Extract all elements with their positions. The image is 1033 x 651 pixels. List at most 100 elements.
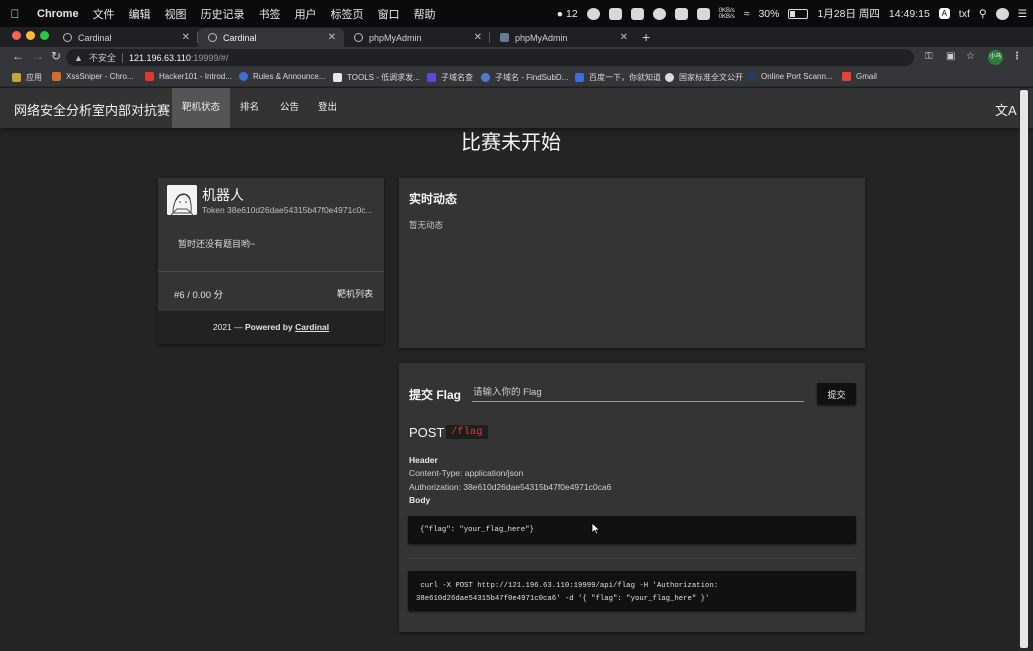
team-name: 机器人	[202, 187, 244, 203]
page-scrollbar[interactable]	[1019, 88, 1029, 651]
menu-history[interactable]: 历史记录	[194, 6, 252, 22]
bookmark-favicon	[145, 72, 154, 81]
message-icon[interactable]	[630, 7, 644, 20]
battery-percent: 30%	[758, 7, 780, 20]
bookmark-label: Rules & Announce...	[253, 72, 326, 81]
forward-arrow-icon[interactable]: →	[32, 49, 44, 63]
notification-badge[interactable]: ● 12	[557, 8, 578, 20]
mouse-cursor-icon	[591, 522, 601, 535]
bookmark-label: 子域名查	[441, 73, 473, 82]
apple-icon[interactable]: 	[0, 7, 30, 21]
bookmark-label: 应用	[26, 73, 42, 82]
nav-target-status[interactable]: 靶机状态	[172, 88, 231, 128]
bookmark-label: XssSniper - Chro...	[66, 72, 134, 81]
spotlight-icon[interactable]: ⚲	[979, 8, 987, 20]
close-tab-icon[interactable]: ✕	[328, 32, 336, 43]
close-tab-icon[interactable]: ✕	[620, 32, 628, 43]
menu-help[interactable]: 帮助	[407, 6, 443, 22]
menu-bookmarks[interactable]: 书签	[252, 6, 288, 22]
menu-tabs[interactable]: 标签页	[324, 6, 371, 22]
close-tab-icon[interactable]: ✕	[474, 32, 482, 43]
wifi-icon[interactable]: ≈	[744, 8, 750, 20]
bookmark-findsubdomain[interactable]: 子域名 - FindSubD...	[481, 72, 568, 83]
new-tab-button[interactable]: +	[642, 29, 650, 45]
control-center-icon[interactable]: ☰	[1018, 8, 1027, 20]
bookmark-apps[interactable]: 应用	[12, 72, 42, 83]
net-speed: 0KB/s 0KB/s	[719, 8, 735, 20]
siri-icon[interactable]	[995, 7, 1009, 20]
user-name[interactable]: txf	[959, 8, 970, 20]
site-brand[interactable]: 网络安全分析室内部对抗赛	[14, 100, 170, 119]
bookmark-xsssniper[interactable]: XssSniper - Chro...	[52, 72, 134, 81]
bookmark-label: Online Port Scann...	[761, 72, 833, 81]
star-icon[interactable]: ☆	[966, 51, 975, 62]
nav-logout[interactable]: 登出	[308, 88, 347, 128]
target-list-link[interactable]: 靶机列表	[337, 287, 373, 300]
card-divider	[158, 271, 384, 272]
curl-code-block: curl -X POST http://121.196.63.110:19999…	[408, 571, 856, 611]
bookmark-gmail[interactable]: Gmail	[842, 72, 877, 81]
bookmark-favicon	[52, 72, 61, 81]
warning-icon[interactable]: ▲	[74, 53, 83, 63]
globe-icon	[63, 33, 72, 42]
competition-status-title: 比赛未开始	[461, 132, 561, 154]
battery-icon[interactable]	[788, 8, 809, 19]
authorization-header: Authorization: 38e610d26dae54315b47f0e49…	[409, 482, 612, 492]
clock-time[interactable]: 14:49:15	[889, 8, 930, 20]
flag-input[interactable]	[472, 383, 804, 402]
submit-flag-button[interactable]: 提交	[817, 383, 856, 405]
close-window-button[interactable]	[12, 31, 21, 40]
bookmark-baidu[interactable]: 百度一下，你就知道	[575, 72, 661, 83]
bookmark-label: 百度一下，你就知道	[589, 73, 661, 82]
more-menu-icon[interactable]: ⋮	[1012, 51, 1022, 62]
menu-file[interactable]: 文件	[86, 6, 122, 22]
translate-icon[interactable]: ▣	[946, 51, 955, 62]
minimize-window-button[interactable]	[26, 31, 35, 40]
cat-icon[interactable]	[696, 7, 710, 20]
menu-extras: ● 12 0KB/s 0KB/s ≈ 30% 1月28日 周四 14:49:15 …	[557, 0, 1027, 27]
tab-cardinal-2[interactable]: Cardinal ✕	[198, 28, 344, 47]
cloud-icon[interactable]	[652, 7, 666, 20]
clock-date[interactable]: 1月28日 周四	[817, 6, 879, 21]
bookmark-national-standard[interactable]: 国家标准全文公开	[665, 72, 743, 83]
menu-edit[interactable]: 编辑	[122, 6, 158, 22]
input-method-icon[interactable]: A	[938, 8, 950, 19]
bookmark-label: 国家标准全文公开	[679, 73, 743, 82]
back-arrow-icon[interactable]: ←	[12, 49, 24, 63]
bookmark-tools[interactable]: TOOLS - 低调求发...	[333, 72, 420, 83]
menu-app-name[interactable]: Chrome	[30, 8, 86, 20]
footer-cardinal-link[interactable]: Cardinal	[295, 322, 329, 332]
menu-view[interactable]: 视图	[158, 6, 194, 22]
nav-ranking[interactable]: 排名	[230, 88, 269, 128]
address-bar[interactable]: ▲ 不安全 121.196.63.110:19999/#/	[66, 49, 914, 66]
bookmark-favicon	[239, 72, 248, 81]
live-updates-empty: 暂无动态	[409, 220, 444, 230]
menu-window[interactable]: 窗口	[371, 6, 407, 22]
scrollbar-thumb[interactable]	[1020, 90, 1028, 648]
api-path: /flag	[446, 425, 488, 439]
footer-powered: Powered by	[245, 322, 296, 332]
globe-icon	[354, 33, 363, 42]
menu-people[interactable]: 用户	[288, 6, 324, 22]
browser-toolbar: ← → ↻ ▲ 不安全 121.196.63.110:19999/#/ ⚿ ▣ …	[0, 47, 1033, 68]
tab-phpmyadmin-2[interactable]: phpMyAdmin ✕	[490, 28, 636, 47]
bookmark-favicon	[333, 73, 342, 82]
nav-announcements[interactable]: 公告	[270, 88, 309, 128]
bookmark-rules[interactable]: Rules & Announce...	[239, 72, 326, 81]
key-icon[interactable]: ⚿	[925, 51, 933, 62]
bookmark-hacker101[interactable]: Hacker101 - Introd...	[145, 72, 232, 81]
wechat-icon[interactable]	[586, 7, 600, 20]
bookmark-port-scanner[interactable]: Online Port Scann...	[747, 72, 833, 81]
bookmark-subdomain-check[interactable]: 子域名查	[427, 72, 473, 83]
close-tab-icon[interactable]: ✕	[182, 32, 190, 43]
language-icon[interactable]: 文A	[995, 100, 1017, 119]
bag-icon[interactable]	[674, 7, 688, 20]
bookmark-label: Hacker101 - Introd...	[159, 72, 232, 81]
reload-icon[interactable]: ↻	[51, 49, 61, 63]
tab-phpmyadmin-1[interactable]: phpMyAdmin ✕	[344, 28, 490, 47]
w-app-icon[interactable]	[608, 7, 622, 20]
zoom-window-button[interactable]	[40, 31, 49, 40]
profile-avatar[interactable]: 小马	[988, 50, 1003, 65]
security-label[interactable]: 不安全	[89, 51, 116, 64]
tab-cardinal-1[interactable]: Cardinal ✕	[53, 28, 198, 47]
